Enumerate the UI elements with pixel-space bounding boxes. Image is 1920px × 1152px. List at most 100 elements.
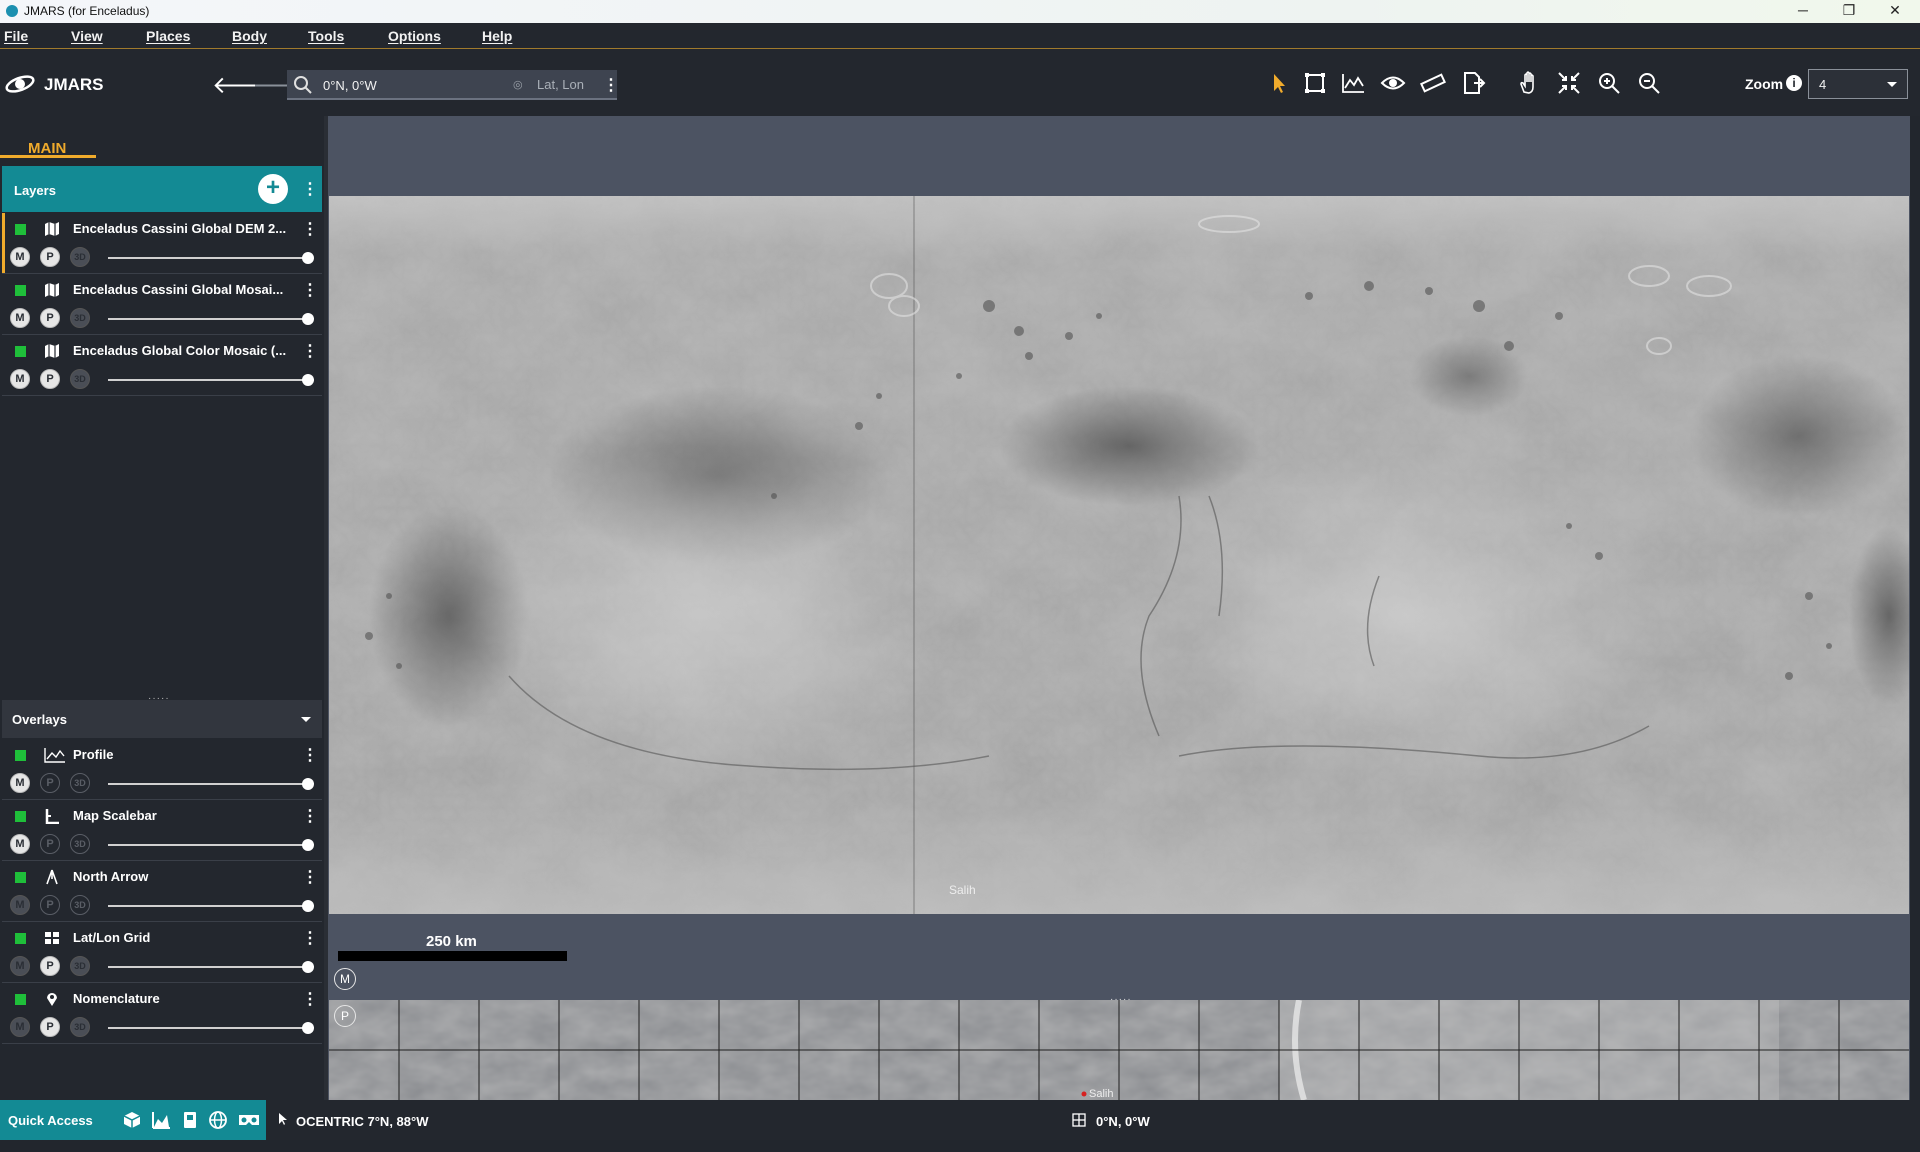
visibility-checkbox[interactable] — [15, 872, 26, 883]
mode-panner-toggle[interactable]: P — [40, 956, 60, 976]
overlay-row[interactable]: North Arrow ⋮ M P 3D — [2, 861, 322, 922]
profile-chart-icon[interactable] — [1340, 70, 1370, 100]
mode-main-toggle[interactable]: M — [10, 956, 30, 976]
close-button[interactable]: ✕ — [1872, 0, 1918, 23]
mode-panner-toggle[interactable]: P — [40, 247, 60, 267]
info-icon[interactable]: i — [1786, 75, 1802, 91]
slider-knob[interactable] — [302, 900, 314, 912]
layer-row[interactable]: Enceladus Cassini Global Mosai... ⋮ M P … — [2, 274, 322, 335]
mode-3d-toggle[interactable]: 3D — [70, 247, 90, 267]
visibility-checkbox[interactable] — [15, 994, 26, 1005]
mode-panner-toggle[interactable]: P — [40, 834, 60, 854]
opacity-slider[interactable] — [108, 252, 314, 264]
menu-tools[interactable]: Tools — [308, 28, 344, 44]
mode-3d-toggle[interactable]: 3D — [70, 834, 90, 854]
visibility-checkbox[interactable] — [15, 750, 26, 761]
slider-knob[interactable] — [302, 839, 314, 851]
panner-image[interactable] — [329, 1000, 1909, 1100]
slider-knob[interactable] — [302, 1022, 314, 1034]
menu-places[interactable]: Places — [146, 28, 190, 44]
layer-row[interactable]: Enceladus Cassini Global DEM 2... ⋮ M P … — [2, 213, 322, 274]
slider-knob[interactable] — [302, 374, 314, 386]
mode-main-toggle[interactable]: M — [10, 895, 30, 915]
mode-main-toggle[interactable]: M — [10, 369, 30, 389]
visibility-checkbox[interactable] — [15, 811, 26, 822]
overlay-menu-kebab[interactable]: ⋮ — [302, 745, 318, 765]
mode-3d-toggle[interactable]: 3D — [70, 1017, 90, 1037]
layer-menu-kebab[interactable]: ⋮ — [302, 280, 318, 300]
mode-panner-toggle[interactable]: P — [40, 895, 60, 915]
menu-file[interactable]: File — [4, 28, 28, 44]
zoom-select[interactable]: 4 — [1808, 69, 1908, 99]
panner-view[interactable]: P Salih — [329, 1000, 1909, 1100]
chart-icon[interactable] — [151, 1110, 171, 1130]
tab-main[interactable]: MAIN — [0, 126, 96, 158]
menu-help[interactable]: Help — [482, 28, 512, 44]
overlay-row[interactable]: Nomenclature ⋮ M P 3D — [2, 983, 322, 1044]
slider-knob[interactable] — [302, 252, 314, 264]
overlay-menu-kebab[interactable]: ⋮ — [302, 928, 318, 948]
mode-3d-toggle[interactable]: 3D — [70, 308, 90, 328]
opacity-slider[interactable] — [108, 374, 314, 386]
mode-panner-toggle[interactable]: P — [40, 369, 60, 389]
layer-name[interactable]: Enceladus Cassini Global Mosai... — [73, 282, 293, 297]
layer-menu-kebab[interactable]: ⋮ — [302, 341, 318, 361]
select-icon[interactable] — [1266, 70, 1296, 100]
overlay-menu-kebab[interactable]: ⋮ — [302, 806, 318, 826]
export-icon[interactable] — [1460, 70, 1490, 100]
layer-name[interactable]: Enceladus Cassini Global DEM 2... — [73, 221, 293, 236]
mode-main-toggle[interactable]: M — [10, 1017, 30, 1037]
main-view-badge[interactable]: M — [334, 968, 356, 990]
mode-3d-toggle[interactable]: 3D — [70, 956, 90, 976]
chevron-down-icon[interactable] — [301, 717, 311, 722]
location-input[interactable] — [323, 75, 503, 95]
overlay-row[interactable]: Lat/Lon Grid ⋮ M P 3D — [2, 922, 322, 983]
visibility-checkbox[interactable] — [15, 346, 26, 357]
opacity-slider[interactable] — [108, 313, 314, 325]
menu-body[interactable]: Body — [232, 28, 267, 44]
cube-3d-icon[interactable] — [122, 1110, 142, 1130]
slider-knob[interactable] — [302, 778, 314, 790]
slider-knob[interactable] — [302, 313, 314, 325]
search-mode-label[interactable]: Lat, Lon — [537, 77, 584, 92]
search-options-kebab[interactable]: ⋮ — [603, 75, 619, 95]
overlay-menu-kebab[interactable]: ⋮ — [302, 867, 318, 887]
slider-knob[interactable] — [302, 961, 314, 973]
mode-3d-toggle[interactable]: 3D — [70, 773, 90, 793]
mode-main-toggle[interactable]: M — [10, 308, 30, 328]
ruler-icon[interactable] — [1420, 70, 1450, 100]
overlay-name[interactable]: Nomenclature — [73, 991, 293, 1006]
maximize-button[interactable]: ❐ — [1826, 0, 1872, 23]
opacity-slider[interactable] — [108, 961, 314, 973]
overlay-row[interactable]: Profile ⋮ M P 3D — [2, 739, 322, 800]
layers-menu-kebab[interactable]: ⋮ — [302, 179, 318, 199]
overlays-header[interactable]: Overlays — [2, 700, 322, 738]
eye-icon[interactable] — [1380, 70, 1410, 100]
mode-panner-toggle[interactable]: P — [40, 773, 60, 793]
mode-main-toggle[interactable]: M — [10, 834, 30, 854]
fit-extent-icon[interactable] — [1556, 70, 1586, 100]
mode-panner-toggle[interactable]: P — [40, 308, 60, 328]
visibility-checkbox[interactable] — [15, 224, 26, 235]
bounding-box-icon[interactable] — [1302, 70, 1332, 100]
feature-label-salih[interactable]: Salih — [949, 883, 976, 897]
zoom-in-icon[interactable] — [1596, 70, 1626, 100]
mode-panner-toggle[interactable]: P — [40, 1017, 60, 1037]
overlay-menu-kebab[interactable]: ⋮ — [302, 989, 318, 1009]
visibility-checkbox[interactable] — [15, 285, 26, 296]
add-layer-button[interactable]: + — [258, 174, 288, 204]
opacity-slider[interactable] — [108, 778, 314, 790]
menu-view[interactable]: View — [71, 28, 103, 44]
layer-row[interactable]: Enceladus Global Color Mosaic (... ⋮ M P… — [2, 335, 322, 396]
opacity-slider[interactable] — [108, 839, 314, 851]
zoom-out-icon[interactable] — [1636, 70, 1666, 100]
minimize-button[interactable]: ─ — [1780, 0, 1826, 23]
panner-feature-label[interactable]: Salih — [1089, 1088, 1113, 1100]
menu-options[interactable]: Options — [388, 28, 441, 44]
overlay-name[interactable]: North Arrow — [73, 869, 293, 884]
mode-3d-toggle[interactable]: 3D — [70, 369, 90, 389]
mode-main-toggle[interactable]: M — [10, 247, 30, 267]
overlay-name[interactable]: Lat/Lon Grid — [73, 930, 293, 945]
layer-name[interactable]: Enceladus Global Color Mosaic (... — [73, 343, 293, 358]
vr-headset-icon[interactable] — [237, 1110, 261, 1130]
